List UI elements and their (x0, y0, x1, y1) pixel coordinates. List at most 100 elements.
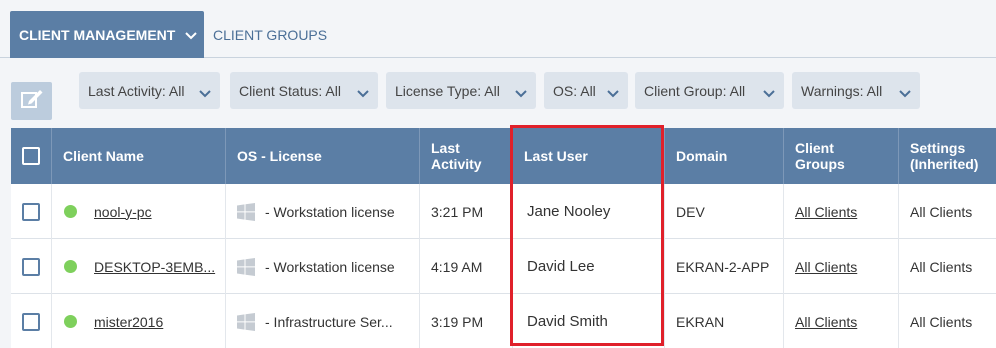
os-license-cell: - Infrastructure Ser... (226, 294, 420, 348)
header-os-license[interactable]: OS - License (226, 128, 420, 184)
header-last-user[interactable]: Last User (513, 128, 665, 184)
header-domain[interactable]: Domain (665, 128, 784, 184)
last-activity-text: 3:19 PM (431, 313, 484, 330)
tab-client-groups-label: CLIENT GROUPS (213, 26, 328, 43)
os-license-text: - Workstation license (265, 203, 395, 220)
settings-cell: All Clients (899, 184, 996, 239)
last-activity-text: 3:21 PM (431, 203, 484, 220)
domain-cell: EKRAN (665, 294, 784, 348)
edit-button[interactable] (11, 82, 52, 120)
domain-text: EKRAN (676, 313, 725, 330)
online-status-dot (64, 205, 77, 218)
client-name-cell: mister2016 (52, 294, 226, 348)
row-checkbox[interactable] (22, 312, 40, 331)
domain-text: EKRAN-2-APP (676, 258, 770, 275)
filter-license-type[interactable]: License Type: All (386, 72, 536, 109)
windows-icon (237, 257, 255, 276)
chevron-down-icon (199, 85, 211, 101)
header-last-activity-label: Last Activity (431, 140, 482, 172)
filter-license-type-label: License Type: All (395, 82, 500, 99)
chevron-down-icon (763, 85, 775, 101)
filter-client-status[interactable]: Client Status: All (230, 72, 378, 109)
os-license-text: - Workstation license (265, 258, 395, 275)
client-groups-cell: All Clients (784, 184, 899, 239)
domain-cell: DEV (665, 184, 784, 239)
header-domain-label: Domain (676, 148, 728, 164)
table-header: Client Name OS - License Last Activity La… (11, 128, 996, 184)
client-groups-link[interactable]: All Clients (795, 259, 857, 275)
chevron-down-icon (899, 85, 911, 101)
client-groups-link[interactable]: All Clients (795, 314, 857, 330)
windows-icon (237, 312, 255, 331)
last-user-cell: David Smith (513, 294, 665, 348)
filter-warnings-label: Warnings: All (801, 82, 883, 99)
chevron-down-icon (515, 85, 527, 101)
filter-client-status-label: Client Status: All (239, 82, 341, 99)
chevron-down-icon (357, 85, 369, 101)
chevron-down-icon (607, 85, 619, 101)
client-name-link[interactable]: mister2016 (94, 314, 163, 330)
last-user-cell: David Lee (513, 239, 665, 294)
filter-last-activity[interactable]: Last Activity: All (79, 72, 220, 109)
header-client-name-label: Client Name (63, 148, 144, 164)
domain-text: DEV (676, 203, 705, 220)
last-user-text: Jane Nooley (527, 203, 611, 220)
client-groups-cell: All Clients (784, 239, 899, 294)
header-os-license-label: OS - License (237, 148, 322, 164)
online-status-dot (64, 260, 77, 273)
client-groups-cell: All Clients (784, 294, 899, 348)
row-select-cell (11, 239, 52, 294)
client-name-link[interactable]: nool-y-pc (94, 204, 152, 220)
tab-client-management-label: CLIENT MANAGEMENT (19, 26, 176, 43)
header-client-groups-line1: Client (795, 140, 834, 156)
client-name-cell: DESKTOP-3EMB... (52, 239, 226, 294)
last-activity-cell: 4:19 AM (420, 239, 513, 294)
os-license-text: - Infrastructure Ser... (265, 313, 393, 330)
filter-client-group[interactable]: Client Group: All (635, 72, 784, 109)
last-user-text: David Lee (527, 258, 595, 275)
last-activity-text: 4:19 AM (431, 258, 483, 275)
filter-warnings[interactable]: Warnings: All (792, 72, 920, 109)
select-all-cell (11, 128, 52, 184)
header-client-groups-line2: Groups (795, 156, 845, 172)
client-name-cell: nool-y-pc (52, 184, 226, 239)
os-license-cell: - Workstation license (226, 184, 420, 239)
row-select-cell (11, 184, 52, 239)
filter-last-activity-label: Last Activity: All (88, 82, 185, 99)
client-groups-link[interactable]: All Clients (795, 204, 857, 220)
header-settings-line2: (Inherited) (910, 156, 979, 172)
windows-icon (237, 202, 255, 221)
header-last-activity-line1: Last (431, 140, 460, 156)
header-client-groups-label: Client Groups (795, 140, 845, 172)
header-client-name[interactable]: Client Name (52, 128, 226, 184)
settings-text: All Clients (910, 313, 973, 330)
tab-bar: CLIENT MANAGEMENT CLIENT GROUPS (0, 0, 996, 58)
header-last-activity[interactable]: Last Activity (420, 128, 513, 184)
tab-client-groups[interactable]: CLIENT GROUPS (213, 11, 327, 58)
filter-os[interactable]: OS: All (544, 72, 628, 109)
last-activity-cell: 3:21 PM (420, 184, 513, 239)
client-name-link[interactable]: DESKTOP-3EMB... (94, 259, 215, 275)
chevron-down-icon[interactable] (185, 27, 198, 43)
row-checkbox[interactable] (22, 202, 40, 221)
table-row[interactable]: DESKTOP-3EMB... - Workstation license 4:… (11, 239, 996, 294)
filter-client-group-label: Client Group: All (644, 82, 746, 99)
header-settings-label: Settings (Inherited) (910, 140, 978, 172)
header-last-user-label: Last User (524, 148, 588, 164)
domain-cell: EKRAN-2-APP (665, 239, 784, 294)
filter-os-label: OS: All (553, 82, 596, 99)
last-user-text: David Smith (527, 313, 608, 330)
tab-client-management[interactable]: CLIENT MANAGEMENT (10, 11, 204, 58)
settings-cell: All Clients (899, 294, 996, 348)
header-settings[interactable]: Settings (Inherited) (899, 128, 996, 184)
row-select-cell (11, 294, 52, 348)
edit-icon (20, 88, 44, 115)
table-row[interactable]: mister2016 - Infrastructure Ser... 3:19 … (11, 294, 996, 348)
header-client-groups[interactable]: Client Groups (784, 128, 899, 184)
last-user-cell: Jane Nooley (513, 184, 665, 239)
os-license-cell: - Workstation license (226, 239, 420, 294)
row-checkbox[interactable] (22, 257, 40, 276)
select-all-checkbox[interactable] (22, 147, 40, 165)
table-row[interactable]: nool-y-pc - Workstation license 3:21 PM … (11, 184, 996, 239)
settings-text: All Clients (910, 203, 973, 220)
